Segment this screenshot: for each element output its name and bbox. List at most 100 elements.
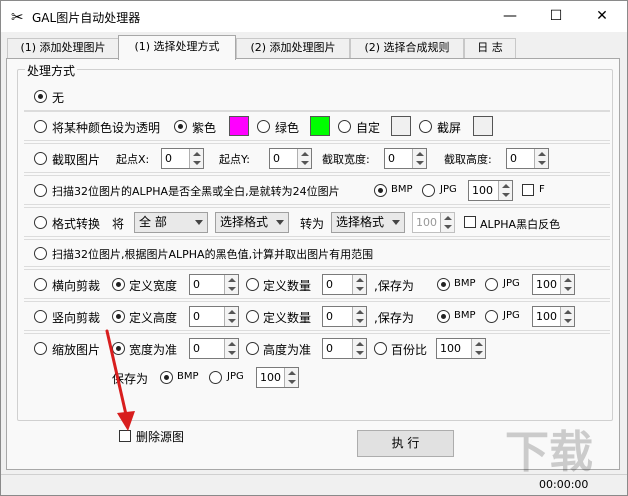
radio-alpha24-bmp[interactable] [374, 184, 387, 197]
radio-alpha24-jpg[interactable] [422, 184, 435, 197]
radio-hcut-jpg[interactable] [485, 278, 498, 291]
scale-quality-input[interactable]: 100 [256, 367, 299, 388]
label-alpha-invert: ALPHA黑白反色 [480, 218, 561, 231]
label-vcut-count: 定义数量 [263, 311, 312, 325]
source-format-select[interactable]: 全 部 [134, 212, 208, 233]
radio-alpha24[interactable] [34, 184, 47, 197]
label-none: 无 [52, 91, 65, 105]
row-none: 无 [24, 83, 610, 111]
label-define-height: 定义高度 [129, 311, 178, 325]
radio-purple[interactable] [174, 120, 187, 133]
label-jiang: 将 [112, 217, 125, 231]
radio-define-width[interactable] [112, 278, 125, 291]
annotation-arrow [105, 329, 135, 431]
label-delete-source: 删除源图 [136, 430, 185, 444]
radio-none[interactable] [34, 90, 47, 103]
window-title: GAL图片自动处理器 [32, 11, 141, 25]
vcut-height-input[interactable]: 0 [189, 306, 239, 327]
label-purple: 紫色 [192, 121, 217, 135]
radio-scan-range[interactable] [34, 247, 47, 260]
row-alpha24: 扫描32位图片的ALPHA是否全黑或全白,是就转为24位图片 BMP JPG 1… [24, 175, 610, 205]
label-crop: 截取图片 [52, 153, 101, 167]
close-button[interactable]: ✕ [579, 1, 625, 32]
label-scale-bmp: BMP [177, 371, 199, 382]
status-bar: 00:00:00 [1, 474, 627, 495]
radio-transparent[interactable] [34, 120, 47, 133]
start-y-input[interactable]: 0 [269, 148, 312, 169]
radio-screen[interactable] [419, 120, 432, 133]
crop-height-input[interactable]: 0 [506, 148, 549, 169]
label-hcut: 横向剪裁 [52, 279, 101, 293]
label-by-height: 高度为准 [263, 343, 312, 357]
start-x-input[interactable]: 0 [161, 148, 204, 169]
label-green: 绿色 [275, 121, 300, 135]
label-percent: 百份比 [391, 343, 428, 357]
format-quality-input[interactable]: 100 [412, 212, 455, 233]
scissors-icon: ✂ [11, 8, 24, 26]
radio-format[interactable] [34, 216, 47, 229]
scale-percent-input[interactable]: 100 [436, 338, 486, 359]
vcut-quality-input[interactable]: 100 [532, 306, 575, 327]
radio-crop[interactable] [34, 152, 47, 165]
radio-percent[interactable] [374, 342, 387, 355]
label-alpha24-jpg: JPG [440, 184, 457, 195]
radio-hcut-count[interactable] [246, 278, 259, 291]
radio-vcut-bmp[interactable] [437, 310, 450, 323]
label-start-x: 起点X: [116, 153, 150, 166]
radio-green[interactable] [257, 120, 270, 133]
label-crop-width: 截取宽度: [322, 153, 370, 166]
purple-swatch[interactable] [229, 116, 249, 136]
green-swatch[interactable] [310, 116, 330, 136]
custom-swatch[interactable] [391, 116, 411, 136]
execute-button[interactable]: 执 行 [357, 430, 454, 457]
minimize-button[interactable]: — [487, 1, 533, 32]
row-hcut: 横向剪裁 定义宽度 0 定义数量 0 ,保存为 BMP JPG 100 [24, 269, 610, 299]
label-hcut-bmp: BMP [454, 278, 476, 289]
tab-add-images-2[interactable]: (2) 添加处理图片 [236, 38, 350, 58]
format-select-2[interactable]: 选择格式 [331, 212, 405, 233]
radio-hcut-bmp[interactable] [437, 278, 450, 291]
tab-log[interactable]: 日 志 [464, 38, 516, 58]
tab-select-method[interactable]: (1) 选择处理方式 [118, 35, 236, 60]
tab-add-images-1[interactable]: (1) 添加处理图片 [7, 38, 119, 58]
format-select-1[interactable]: 选择格式 [215, 212, 289, 233]
row-format: 格式转换 将 全 部 选择格式 转为 选择格式 100 ALPHA黑白反色 [24, 207, 610, 237]
scale-width-input[interactable]: 0 [189, 338, 239, 359]
screen-swatch[interactable] [473, 116, 493, 136]
radio-scale[interactable] [34, 342, 47, 355]
hcut-width-input[interactable]: 0 [189, 274, 239, 295]
label-vcut-jpg: JPG [503, 310, 520, 321]
alpha24-quality-input[interactable]: 100 [468, 180, 513, 201]
radio-by-height[interactable] [246, 342, 259, 355]
vcut-count-input[interactable]: 0 [322, 306, 367, 327]
radio-vcut-jpg[interactable] [485, 310, 498, 323]
label-scale-jpg: JPG [227, 371, 244, 382]
radio-custom[interactable] [338, 120, 351, 133]
label-crop-height: 截取高度: [444, 153, 492, 166]
label-vcut-bmp: BMP [454, 310, 476, 321]
row-transparent: 将某种颜色设为透明 紫色 绿色 自定 截屏 [24, 111, 610, 141]
hcut-quality-input[interactable]: 100 [532, 274, 575, 295]
label-transparent: 将某种颜色设为透明 [52, 121, 161, 135]
tab-merge-rules[interactable]: (2) 选择合成规则 [350, 38, 464, 58]
radio-vcut[interactable] [34, 310, 47, 323]
watermark-logo: 下载 [505, 427, 593, 478]
label-custom: 自定 [356, 121, 381, 135]
group-title: 处理方式 [25, 62, 78, 79]
app-window: ✂ GAL图片自动处理器 — ☐ ✕ (1) 添加处理图片 (1) 选择处理方式… [0, 0, 628, 496]
radio-hcut[interactable] [34, 278, 47, 291]
hcut-count-input[interactable]: 0 [322, 274, 367, 295]
checkbox-f[interactable] [522, 184, 534, 196]
crop-width-input[interactable]: 0 [384, 148, 427, 169]
radio-vcut-count[interactable] [246, 310, 259, 323]
radio-scale-jpg[interactable] [209, 371, 222, 384]
label-alpha24: 扫描32位图片的ALPHA是否全黑或全白,是就转为24位图片 [52, 185, 340, 198]
maximize-button[interactable]: ☐ [533, 1, 579, 32]
label-scale: 缩放图片 [52, 343, 101, 357]
label-alpha24-bmp: BMP [391, 184, 413, 195]
label-f: F [539, 184, 545, 195]
checkbox-alpha-invert[interactable] [464, 216, 476, 228]
radio-define-height[interactable] [112, 310, 125, 323]
scale-height-input[interactable]: 0 [322, 338, 367, 359]
radio-scale-bmp[interactable] [160, 371, 173, 384]
